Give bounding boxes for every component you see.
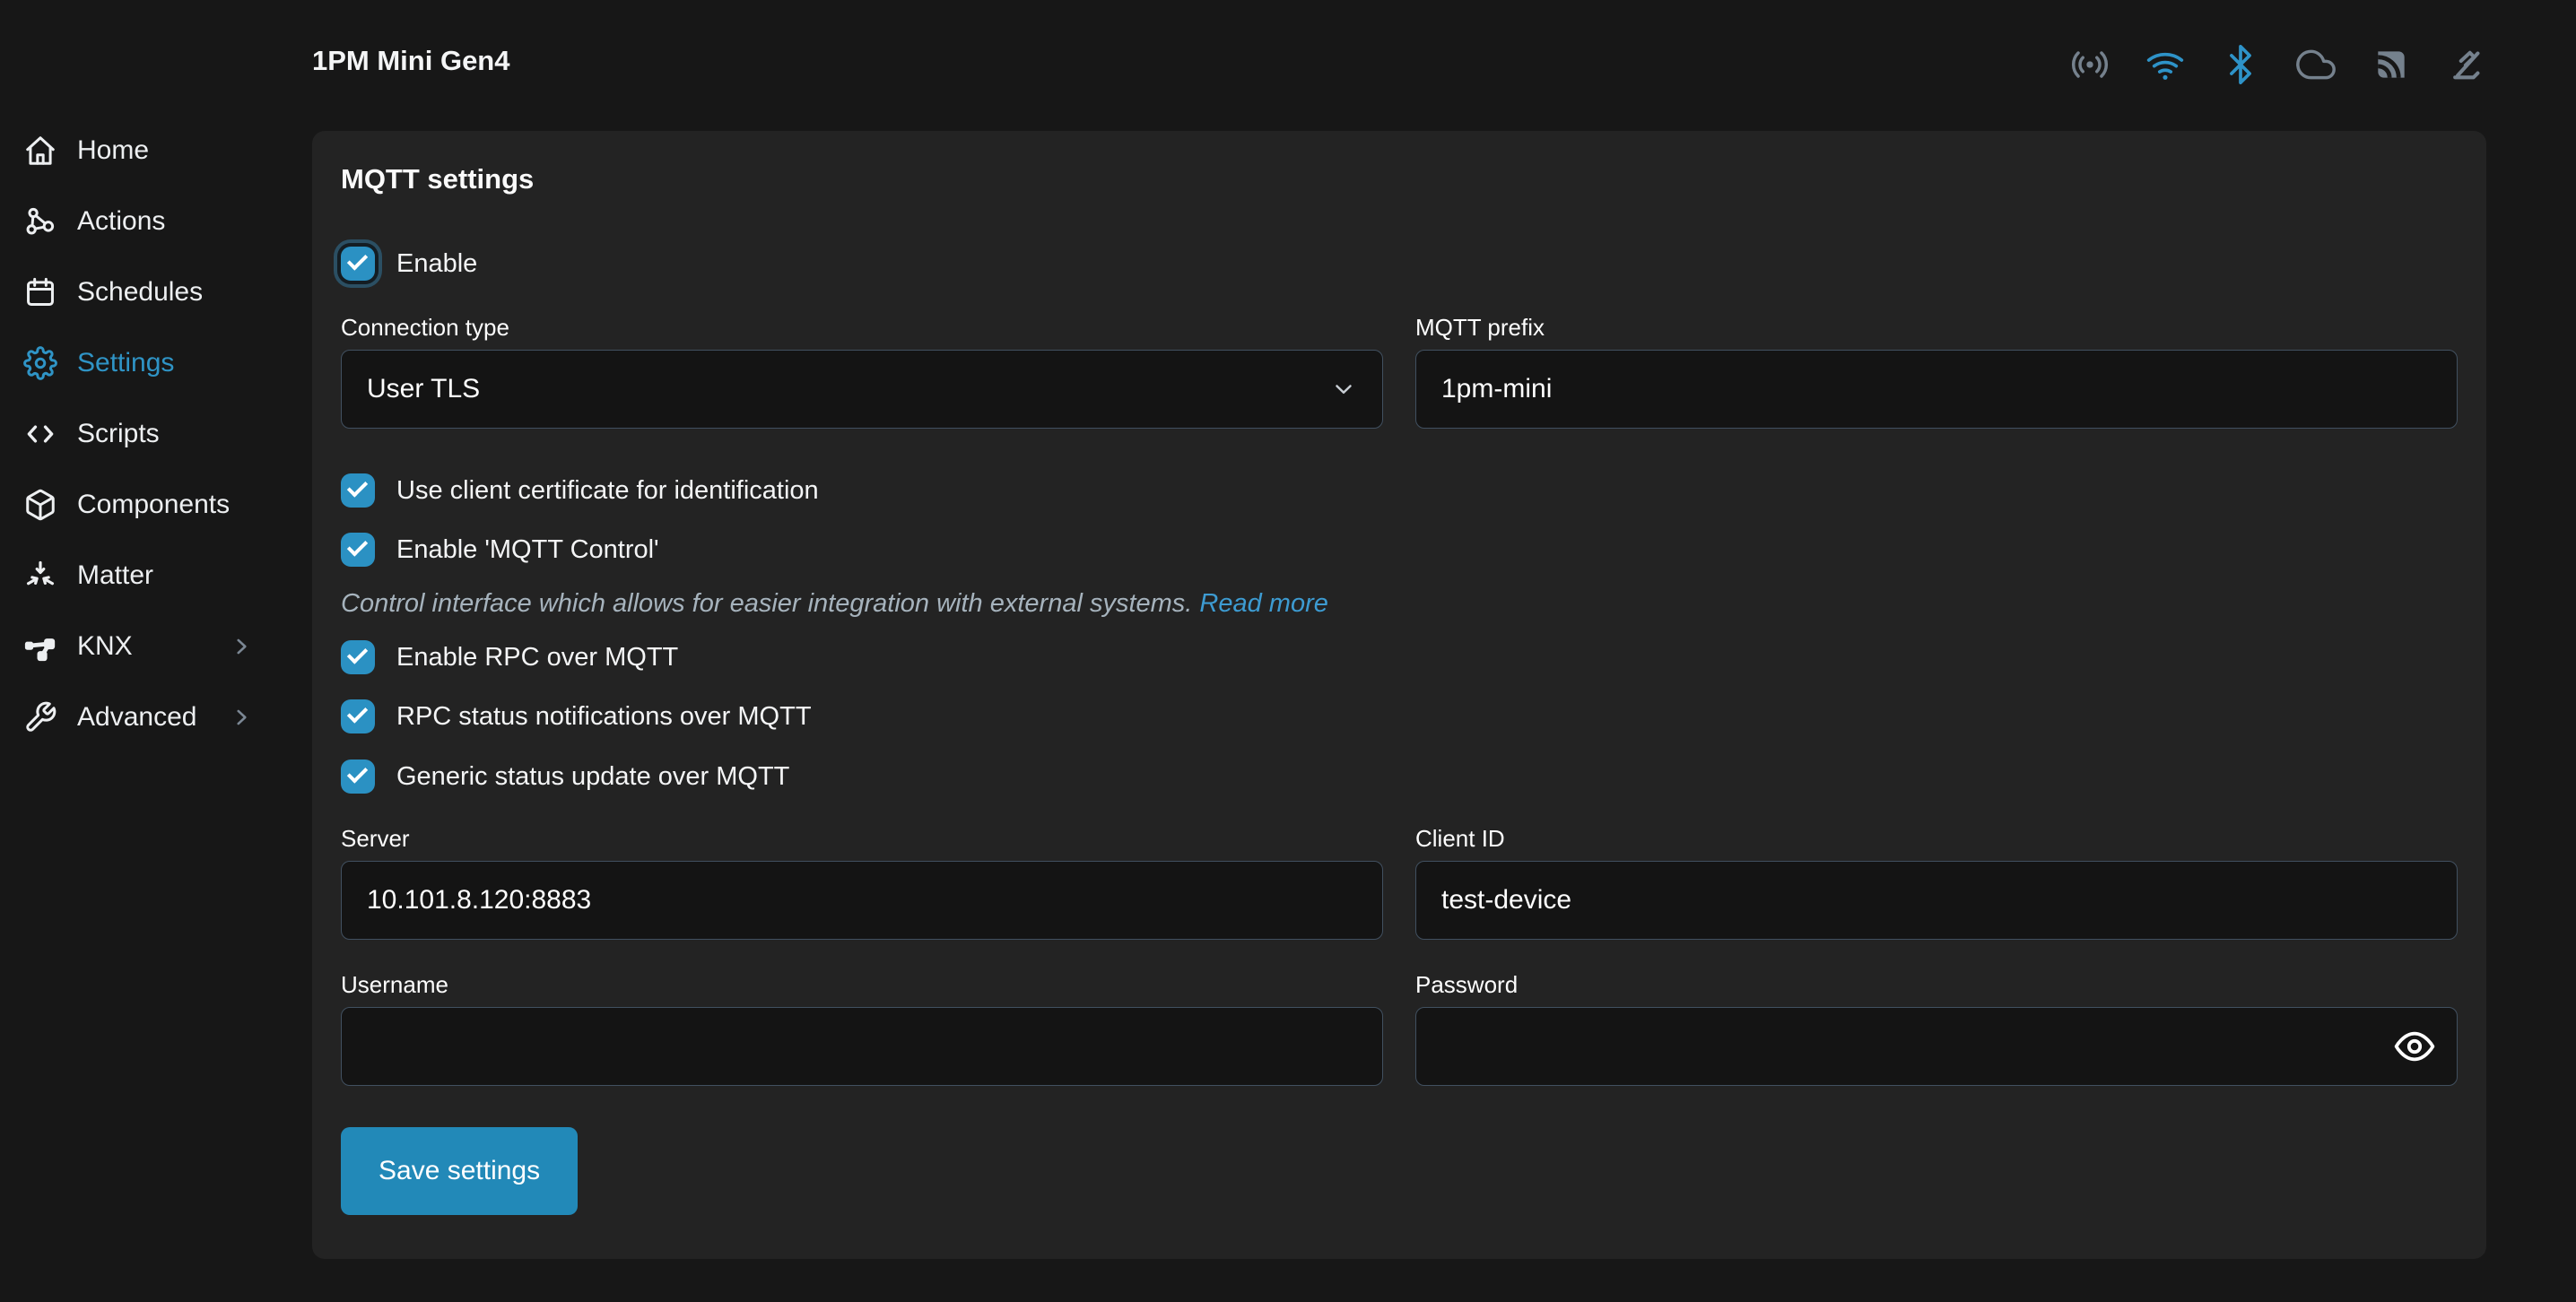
- sidebar-item-label: Actions: [77, 206, 165, 237]
- calendar-icon: [23, 275, 57, 309]
- mqtt-prefix-input[interactable]: [1415, 350, 2458, 429]
- gear-icon: [23, 346, 57, 380]
- rpc-status-checkbox-row[interactable]: RPC status notifications over MQTT: [341, 699, 2458, 733]
- server-input[interactable]: [341, 861, 1383, 940]
- client-id-label: Client ID: [1415, 825, 2458, 852]
- show-password-button[interactable]: [2391, 1023, 2438, 1070]
- connection-type-value: User TLS: [367, 374, 480, 404]
- card-title: MQTT settings: [341, 163, 2458, 195]
- chevron-right-icon: [230, 635, 253, 658]
- actions-icon: [23, 204, 57, 239]
- mqtt-settings-card: MQTT settings Enable Connection type Use…: [312, 131, 2486, 1259]
- access-point-icon: [2070, 45, 2110, 84]
- mqtt-control-checkbox-label: Enable 'MQTT Control': [396, 535, 659, 565]
- server-label: Server: [341, 825, 1383, 852]
- code-icon: [23, 417, 57, 451]
- server-field: Server: [341, 825, 1383, 940]
- read-more-link[interactable]: Read more: [1199, 589, 1327, 618]
- sidebar-item-schedules[interactable]: Schedules: [0, 271, 296, 314]
- mqtt-icon: [2371, 45, 2411, 84]
- sidebar: Home Actions Schedules: [0, 129, 296, 767]
- generic-status-checkbox-label: Generic status update over MQTT: [396, 762, 789, 792]
- mqtt-prefix-field: MQTT prefix: [1415, 314, 2458, 429]
- note-text: Control interface which allows for easie…: [341, 589, 1199, 618]
- page-title: 1PM Mini Gen4: [312, 45, 509, 77]
- connection-type-label: Connection type: [341, 314, 1383, 341]
- cube-icon: [23, 488, 57, 522]
- mqtt-control-checkbox-row[interactable]: Enable 'MQTT Control': [341, 533, 2458, 567]
- mqtt-control-checkbox[interactable]: [341, 533, 375, 567]
- rpc-over-mqtt-checkbox[interactable]: [341, 640, 375, 674]
- username-label: Username: [341, 971, 1383, 998]
- sidebar-item-matter[interactable]: Matter: [0, 554, 296, 597]
- mqtt-control-note: Control interface which allows for easie…: [341, 588, 2458, 619]
- sidebar-item-label: Home: [77, 135, 149, 166]
- rpc-status-checkbox-label: RPC status notifications over MQTT: [396, 702, 812, 732]
- client-cert-checkbox[interactable]: [341, 473, 375, 508]
- sidebar-item-label: Settings: [77, 348, 174, 378]
- enable-checkbox-label: Enable: [396, 249, 477, 279]
- wifi-icon: [2145, 45, 2185, 84]
- sidebar-item-label: Schedules: [77, 277, 203, 308]
- username-field: Username: [341, 971, 1383, 1086]
- client-cert-checkbox-label: Use client certificate for identificatio…: [396, 476, 819, 506]
- chevron-down-icon: [1330, 376, 1357, 403]
- username-input[interactable]: [341, 1007, 1383, 1086]
- sidebar-item-label: KNX: [77, 631, 133, 662]
- status-bar: [2070, 45, 2486, 84]
- sidebar-item-home[interactable]: Home: [0, 129, 296, 172]
- sidebar-item-advanced[interactable]: Advanced: [0, 696, 296, 739]
- rpc-status-checkbox[interactable]: [341, 699, 375, 733]
- knx-icon: [23, 629, 57, 664]
- rpc-over-mqtt-checkbox-label: Enable RPC over MQTT: [396, 643, 678, 673]
- password-label: Password: [1415, 971, 2458, 998]
- sidebar-item-label: Advanced: [77, 702, 196, 733]
- eye-icon: [2393, 1025, 2436, 1068]
- app-root: 1PM Mini Gen4: [0, 0, 2576, 1302]
- home-icon: [23, 134, 57, 168]
- password-field: Password: [1415, 971, 2458, 1086]
- matter-icon: [23, 559, 57, 593]
- wrench-icon: [23, 700, 57, 734]
- enable-checkbox-row[interactable]: Enable: [341, 246, 2458, 282]
- generic-status-checkbox-row[interactable]: Generic status update over MQTT: [341, 760, 2458, 794]
- chevron-right-icon: [230, 706, 253, 729]
- generic-status-checkbox[interactable]: [341, 760, 375, 794]
- sidebar-item-label: Matter: [77, 560, 153, 591]
- cloud-icon: [2296, 45, 2336, 84]
- connection-type-field: Connection type User TLS: [341, 314, 1383, 429]
- bluetooth-icon: [2221, 45, 2260, 84]
- rpc-over-mqtt-checkbox-row[interactable]: Enable RPC over MQTT: [341, 640, 2458, 674]
- sidebar-item-settings[interactable]: Settings: [0, 342, 296, 385]
- client-id-input[interactable]: [1415, 861, 2458, 940]
- sidebar-item-actions[interactable]: Actions: [0, 200, 296, 243]
- sidebar-item-knx[interactable]: KNX: [0, 625, 296, 668]
- sidebar-item-scripts[interactable]: Scripts: [0, 412, 296, 456]
- sidebar-item-label: Scripts: [77, 419, 160, 449]
- connection-type-select[interactable]: User TLS: [341, 350, 1383, 429]
- sidebar-item-components[interactable]: Components: [0, 483, 296, 526]
- websocket-off-icon: [2447, 45, 2486, 84]
- save-settings-button[interactable]: Save settings: [341, 1127, 578, 1215]
- password-input[interactable]: [1415, 1007, 2458, 1086]
- sidebar-item-label: Components: [77, 490, 230, 520]
- mqtt-prefix-label: MQTT prefix: [1415, 314, 2458, 341]
- enable-checkbox[interactable]: [341, 247, 375, 281]
- client-cert-checkbox-row[interactable]: Use client certificate for identificatio…: [341, 473, 2458, 508]
- client-id-field: Client ID: [1415, 825, 2458, 940]
